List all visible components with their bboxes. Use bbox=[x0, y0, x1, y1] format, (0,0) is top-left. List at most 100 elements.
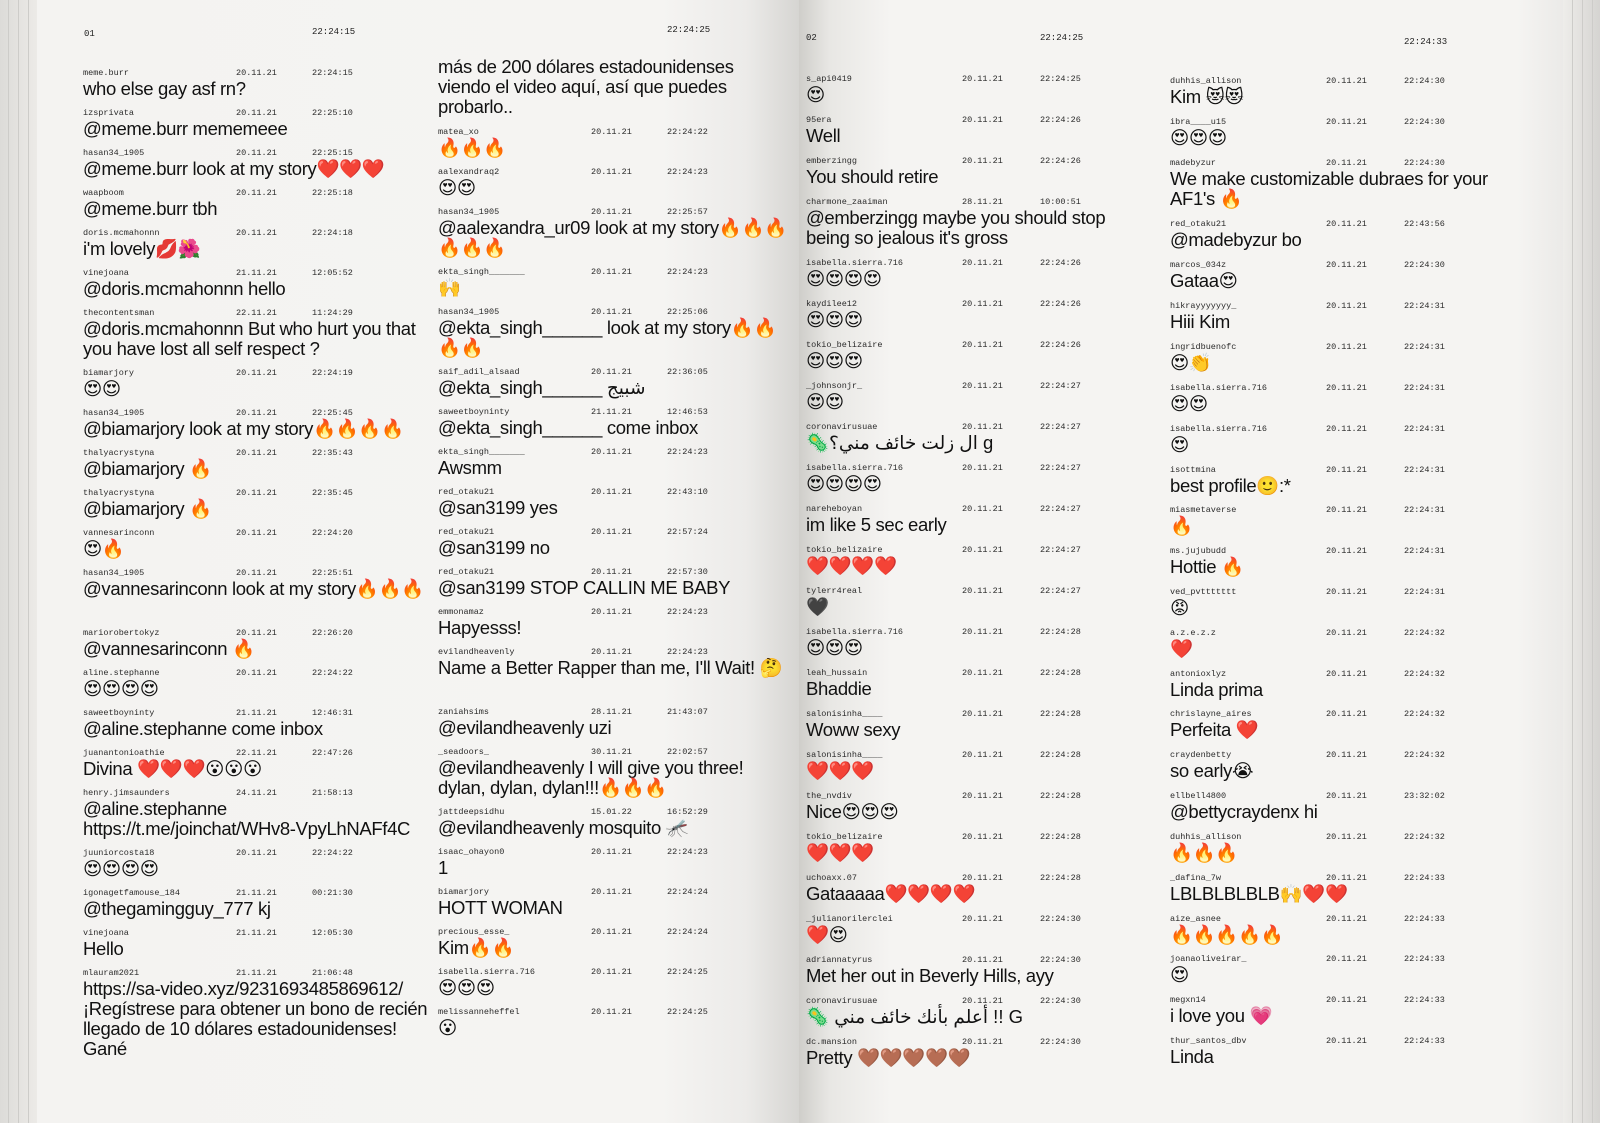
comment-time: 22:24:23 bbox=[667, 167, 708, 177]
comment-entry: hasan34_1905 20.11.21 22:25:15 @meme.burr l… bbox=[83, 148, 433, 179]
comment-username: emmonamaz bbox=[438, 607, 484, 617]
comment-text: Pretty 🤎🤎🤎🤎🤎 bbox=[806, 1047, 971, 1068]
comment-entry: izsprivata 20.11.21 22:25:10 @meme.burr mem… bbox=[83, 108, 433, 139]
comment-username: ingridbuenofc bbox=[1170, 342, 1237, 352]
comment-meta: megxn14 20.11.21 22:24:33 bbox=[1170, 995, 1510, 1006]
comment-meta: _dafina_7w 20.11.21 22:24:33 bbox=[1170, 873, 1510, 884]
comment-username: aalexandraq2 bbox=[438, 167, 500, 177]
comment-meta: red_otaku21 20.11.21 22:57:24 bbox=[438, 527, 788, 538]
comment-date: 20.11.21 bbox=[591, 267, 632, 277]
comment-date: 20.11.21 bbox=[962, 299, 1003, 309]
comment-username: isabella.sierra.716 bbox=[806, 627, 903, 637]
comment-date: 20.11.21 bbox=[962, 1037, 1003, 1047]
comment-text: 🔥🔥🔥🔥🔥 bbox=[1170, 924, 1284, 945]
comment-date: 20.11.21 bbox=[962, 668, 1003, 678]
comment-meta: isabella.sierra.716 20.11.21 22:24:31 bbox=[1170, 383, 1510, 394]
comment-date: 20.11.21 bbox=[236, 628, 277, 638]
comment-entry: thalyacrystyna 20.11.21 22:35:43 @biamarjor… bbox=[83, 448, 433, 479]
comment-username: _johnsonjr_ bbox=[806, 381, 863, 391]
comment-meta: izsprivata 20.11.21 22:25:10 bbox=[83, 108, 433, 119]
comment-date: 22.11.21 bbox=[236, 748, 277, 758]
comment-meta: tokio_belizaire 20.11.21 22:24:26 bbox=[806, 340, 1146, 351]
comment-date: 20.11.21 bbox=[591, 447, 632, 457]
comment-entry: red_otaku21 20.11.21 22:43:56 @madebyzur bo bbox=[1170, 219, 1510, 250]
comment-entry: tokio_belizaire 20.11.21 22:24:27 ❤️❤️❤️❤️ bbox=[806, 545, 1146, 576]
comment-entry: leah_hussain 20.11.21 22:24:28 Bhaddie bbox=[806, 668, 1146, 699]
comment-date: 20.11.21 bbox=[236, 848, 277, 858]
comment-date: 20.11.21 bbox=[1326, 301, 1367, 311]
comment-username: charmone_zaaiman bbox=[806, 197, 888, 207]
comment-entry: hasan34_1905 20.11.21 22:25:57 @aalexandra_… bbox=[438, 207, 788, 258]
comment-time: 22:24:33 bbox=[1404, 954, 1445, 964]
comment-time: 22:24:30 bbox=[1404, 158, 1445, 168]
comment-time: 22:24:31 bbox=[1404, 301, 1445, 311]
comment-time: 22:24:26 bbox=[1040, 115, 1081, 125]
comment-meta: duhhis_allison 20.11.21 22:24:30 bbox=[1170, 76, 1510, 87]
comment-meta: henry.jimsaunders 24.11.21 21:58:13 bbox=[83, 788, 433, 799]
comment-meta: red_otaku21 20.11.21 22:57:30 bbox=[438, 567, 788, 578]
comment-username: isabella.sierra.716 bbox=[1170, 424, 1267, 434]
comment-entry: _dafina_7w 20.11.21 22:24:33 LBLBLBLBLB🙌❤️❤… bbox=[1170, 873, 1510, 904]
comment-entry: tylerr4real 20.11.21 22:24:27 🖤 bbox=[806, 586, 1146, 617]
comment-date: 20.11.21 bbox=[236, 408, 277, 418]
comment-text: so early😭 bbox=[1170, 760, 1254, 781]
comment-time: 22:24:33 bbox=[1404, 914, 1445, 924]
comment-text: 🔥🔥🔥 bbox=[1170, 842, 1239, 863]
comment-username: hasan34_1905 bbox=[438, 207, 500, 217]
comment-text: @meme.burr look at my story❤️❤️❤️ bbox=[83, 158, 385, 179]
comment-meta: thur_santos_dbv 20.11.21 22:24:33 bbox=[1170, 1036, 1510, 1047]
comment-text: im like 5 sec early bbox=[806, 514, 947, 535]
comment-time: 22:24:28 bbox=[1040, 668, 1081, 678]
comment-text: ❤️❤️❤️❤️ bbox=[806, 555, 897, 576]
comment-text: Hiii Kim bbox=[1170, 311, 1230, 332]
comment-meta: tylerr4real 20.11.21 22:24:27 bbox=[806, 586, 1146, 597]
comment-username: waapboom bbox=[83, 188, 124, 198]
comment-username: miasmetaverse bbox=[1170, 505, 1237, 515]
comment-entry: joanaoliveirar_ 20.11.21 22:24:33 😍 bbox=[1170, 954, 1510, 985]
comment-time: 12:46:53 bbox=[667, 407, 708, 417]
comment-time: 22:24:31 bbox=[1404, 505, 1445, 515]
comment-username: isabella.sierra.716 bbox=[1170, 383, 1267, 393]
comment-entry: adriannatyrus 20.11.21 22:24:30 Met her out… bbox=[806, 955, 1146, 986]
comment-time: 22:43:56 bbox=[1404, 219, 1445, 229]
comment-date: 15.01.22 bbox=[591, 807, 632, 817]
comment-entry: meme.burr 20.11.21 22:24:15 who else gay as… bbox=[83, 68, 433, 99]
comment-entry: biamarjory 20.11.21 22:24:19 😍😍 bbox=[83, 368, 433, 399]
comment-time: 22:36:05 bbox=[667, 367, 708, 377]
comment-text: 😍😍😍😍 bbox=[83, 678, 159, 699]
comment-text: @bettycraydenx hi bbox=[1170, 801, 1318, 822]
column-header-time: 22:24:15 bbox=[312, 27, 356, 37]
page-edge-line bbox=[1592, 0, 1593, 1123]
comment-time: 22:24:27 bbox=[1040, 545, 1081, 555]
comment-time: 22:24:27 bbox=[1040, 422, 1081, 432]
comment-text: 🙌 bbox=[438, 277, 461, 298]
comment-date: 20.11.21 bbox=[962, 586, 1003, 596]
comment-meta: ms.jujubudd 20.11.21 22:24:31 bbox=[1170, 546, 1510, 557]
comment-text: Nice😍😍😍 bbox=[806, 801, 899, 822]
comment-text: 😍😍😍 bbox=[806, 309, 863, 330]
comment-time: 22:24:32 bbox=[1404, 709, 1445, 719]
comment-entry: doris.mcmahonnn 20.11.21 22:24:18 i'm lovel… bbox=[83, 228, 433, 259]
comment-entry: isabella.sierra.716 20.11.21 22:24:26 😍😍😍😍 bbox=[806, 258, 1146, 289]
comment-meta: coronavirusuae 20.11.21 22:24:27 bbox=[806, 422, 1146, 433]
comment-text: ❤️😍 bbox=[806, 924, 848, 945]
comment-entry: kaydilee12 20.11.21 22:24:26 😍😍😍 bbox=[806, 299, 1146, 330]
comment-text: @meme.burr tbh bbox=[83, 198, 218, 219]
comment-time: 22:57:24 bbox=[667, 527, 708, 537]
comment-username: joanaoliveirar_ bbox=[1170, 954, 1247, 964]
comment-time: 22:43:10 bbox=[667, 487, 708, 497]
page-edge-line bbox=[28, 0, 29, 1123]
comment-username: hasan34_1905 bbox=[83, 148, 145, 158]
comment-date: 20.11.21 bbox=[591, 647, 632, 657]
comment-time: 22:25:10 bbox=[312, 108, 353, 118]
comment-date: 21.11.21 bbox=[236, 708, 277, 718]
comment-username: doris.mcmahonnn bbox=[83, 228, 160, 238]
comment-username: vinejoana bbox=[83, 928, 129, 938]
comment-entry: isabella.sierra.716 20.11.21 22:24:31 😍😍 bbox=[1170, 383, 1510, 414]
comment-username: saweetboyninty bbox=[438, 407, 510, 417]
comment-entry: isottmina 20.11.21 22:24:31 best profile🙂:* bbox=[1170, 465, 1510, 496]
comment-text: @vannesarinconn 🔥 bbox=[83, 638, 255, 659]
comment-text: i love you 💗 bbox=[1170, 1005, 1273, 1026]
comment-entry: ekta_singh_______ 20.11.21 22:24:23 Awsmm bbox=[438, 447, 788, 478]
comment-entry: the_nvdiv 20.11.21 22:24:28 Nice😍😍😍 bbox=[806, 791, 1146, 822]
